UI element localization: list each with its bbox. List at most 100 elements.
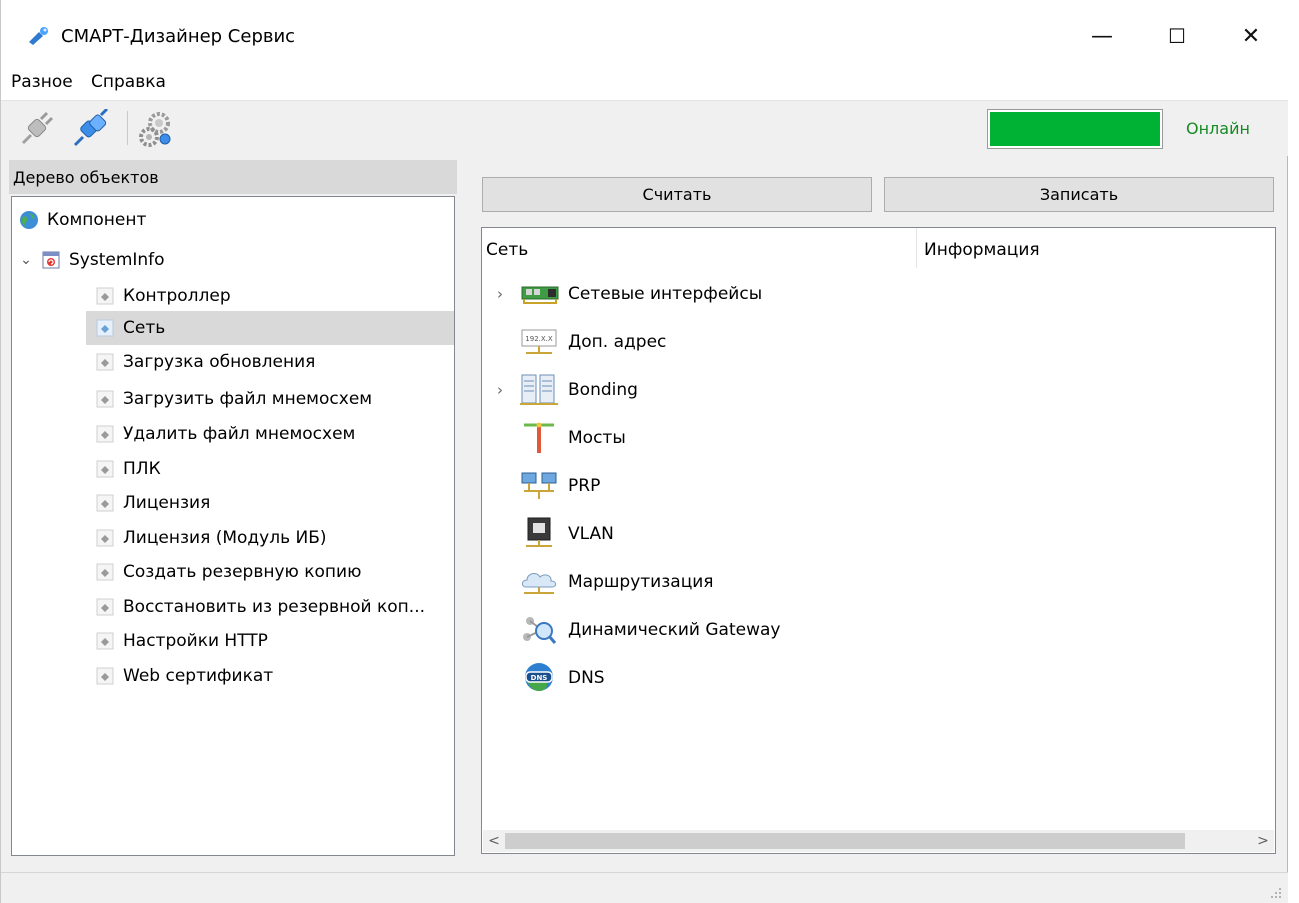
column-header-info[interactable]: Информация [924,240,1040,260]
tree-item-label: Контроллер [123,286,231,306]
toolbar: Онлайн [1,100,1288,156]
list-item[interactable]: › Сетевые интерфейсы [482,273,1262,315]
tree-item-label: ПЛК [123,459,161,479]
tree-item-label: Создать резервную копию [123,562,362,582]
list-item[interactable]: › Bonding [482,369,1262,411]
chevron-down-icon[interactable]: ⌄ [12,252,40,268]
tree-item[interactable]: Лицензия [94,486,454,520]
tree-item[interactable]: Удалить файл мнемосхем [94,417,454,451]
list-item-label: PRP [568,476,601,496]
tree-item[interactable]: Создать резервную копию [94,555,454,589]
list-item-label: Динамический Gateway [568,620,781,640]
tree-item[interactable]: Восстановить из резервной коп... [94,590,454,624]
status-bar [1,872,1288,903]
maximize-button[interactable]: ☐ [1147,16,1207,56]
disconnect-plug-icon[interactable] [17,109,57,149]
page-item-icon [96,353,114,371]
tree-item[interactable]: ПЛК [94,452,454,486]
app-logo-icon [29,27,48,45]
ip-address-icon: 192.X.X [521,329,557,354]
menu-help[interactable]: Справка [91,72,166,92]
gear-icon[interactable] [137,109,177,149]
list-item-label: Доп. адрес [568,332,667,352]
connection-status-label: Онлайн [1186,119,1250,138]
chevron-right-icon[interactable]: › [482,381,518,399]
list-item[interactable]: VLAN [482,513,1262,555]
systeminfo-icon [42,251,60,269]
menu-bar: Разное Справка [1,70,1288,100]
scroll-left-icon[interactable]: < [483,830,505,852]
page-item-icon [96,460,114,478]
object-tree[interactable]: Компонент ⌄ SystemInfo Контроллер Сеть З… [11,196,455,856]
column-header-network[interactable]: Сеть [486,240,528,260]
connection-status-indicator [987,109,1163,149]
page-item-icon [96,390,114,408]
list-item-label: Маршрутизация [568,572,714,592]
minimize-button[interactable]: — [1072,16,1132,56]
list-item[interactable]: 192.X.X Доп. адрес [482,321,1262,363]
horizontal-scrollbar[interactable]: < > [483,830,1274,852]
tree-item[interactable]: Контроллер [94,279,454,313]
tree-item[interactable]: Загрузка обновления [94,345,454,379]
network-card-icon [521,286,559,304]
object-tree-header: Дерево объектов [9,160,457,194]
tree-item[interactable]: Загрузить файл мнемосхем [94,382,454,416]
page-item-icon [96,563,114,581]
toolbar-separator [127,111,128,145]
routing-cloud-icon [521,572,557,594]
list-item[interactable]: Динамический Gateway [482,609,1262,651]
page-item-icon [96,667,114,685]
page-item-icon [96,319,114,337]
scroll-right-icon[interactable]: > [1252,830,1274,852]
list-item[interactable]: Мосты [482,417,1262,459]
chevron-right-icon[interactable]: › [482,285,518,303]
window-title: СМАРТ-Дизайнер Сервис [61,26,296,47]
write-button[interactable]: Записать [884,177,1274,212]
prp-network-icon [521,472,557,499]
close-button[interactable]: ✕ [1221,16,1281,56]
background-edge [1289,0,1299,903]
vlan-icon [526,517,552,547]
tree-node-label: SystemInfo [69,250,165,270]
tree-node-label: Компонент [47,210,147,230]
tree-item-label: Лицензия [123,493,211,513]
page-item-icon [96,529,114,547]
tree-item-label: Загрузить файл мнемосхем [123,389,373,409]
object-tree-panel: Дерево объектов Компонент ⌄ SystemInfo К… [9,160,457,856]
details-area: Считать Записать Сеть Информация › Сетев… [467,168,1281,856]
list-item-label: Сетевые интерфейсы [568,284,763,304]
tree-item[interactable]: Лицензия (Модуль ИБ) [94,521,454,555]
tree-item-label: Удалить файл мнемосхем [123,424,356,444]
page-item-icon [96,632,114,650]
tree-item-label: Лицензия (Модуль ИБ) [123,528,327,548]
tree-item-label: Восстановить из резервной коп... [123,597,425,617]
title-bar: СМАРТ-Дизайнер Сервис — ☐ ✕ [1,0,1288,70]
bonding-icon [520,374,558,405]
globe-icon [20,211,38,229]
resize-grip-icon[interactable] [1270,887,1282,899]
list-item[interactable]: DNS DNS [482,657,1262,699]
connect-plug-icon[interactable] [71,109,111,149]
column-separator[interactable] [916,228,917,268]
svg-text:192.X.X: 192.X.X [525,335,553,343]
page-item-icon [96,598,114,616]
dns-icon: DNS [525,663,553,691]
network-list[interactable]: Сеть Информация › Сетевые интерфейсы 192… [481,227,1276,854]
scrollbar-thumb[interactable] [505,833,1185,849]
list-item[interactable]: PRP [482,465,1262,507]
tree-item[interactable]: Web сертификат [94,659,454,693]
dynamic-gateway-icon [523,617,557,644]
list-item[interactable]: Маршрутизация [482,561,1262,603]
read-button[interactable]: Считать [482,177,872,212]
list-item-label: Bonding [568,380,638,400]
page-item-icon [96,494,114,512]
list-item-label: DNS [568,668,605,688]
tree-item-label: Сеть [123,318,166,338]
tree-item-selected[interactable]: Сеть [86,311,454,345]
list-item-label: Мосты [568,428,626,448]
tree-item[interactable]: Настройки HTTP [94,624,454,658]
tree-node-systeminfo[interactable]: ⌄ SystemInfo [12,243,165,277]
menu-misc[interactable]: Разное [11,72,73,92]
tree-node-component[interactable]: Компонент [18,203,146,237]
tree-item-label: Настройки HTTP [123,631,268,651]
